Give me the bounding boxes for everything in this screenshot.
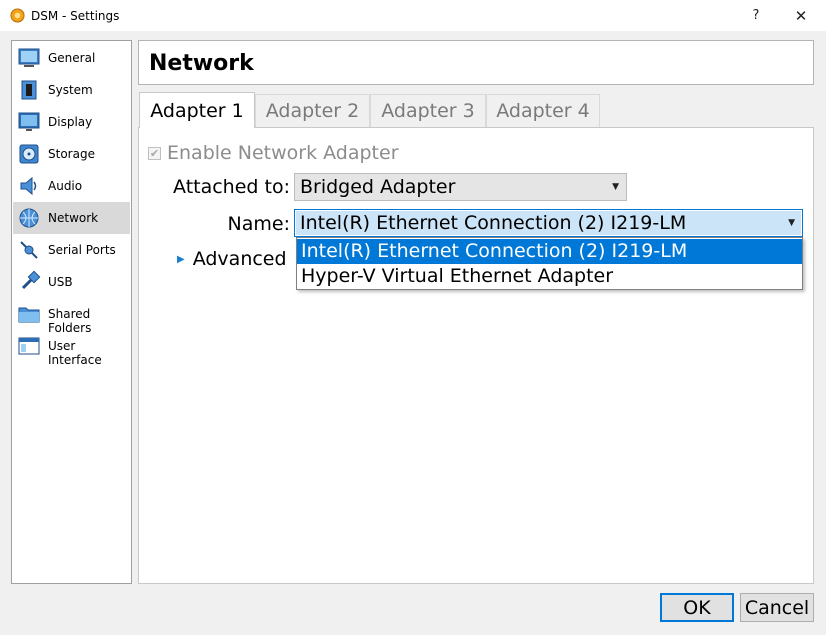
tab-adapter-1[interactable]: Adapter 1 bbox=[139, 92, 255, 128]
user-interface-icon bbox=[18, 337, 40, 355]
display-icon bbox=[18, 112, 40, 131]
attached-to-label: Attached to: bbox=[173, 176, 290, 198]
sidebar-item-label: User Interface bbox=[48, 339, 102, 367]
sidebar-item-label: USB bbox=[48, 275, 73, 289]
tab-adapter-4[interactable]: Adapter 4 bbox=[486, 94, 600, 127]
shared-folders-icon bbox=[18, 307, 40, 323]
sidebar-item-label: System bbox=[48, 83, 93, 97]
sidebar-item-shared-folders[interactable]: Shared Folders bbox=[13, 298, 130, 335]
usb-icon bbox=[21, 270, 41, 290]
sidebar-item-system[interactable]: System bbox=[13, 74, 130, 106]
expand-arrow-icon: ▶ bbox=[177, 253, 185, 265]
enable-adapter-label: Enable Network Adapter bbox=[167, 142, 399, 164]
sidebar-item-label: Storage bbox=[48, 147, 95, 161]
settings-window: General System Display Storage Audio Net… bbox=[0, 32, 826, 635]
audio-icon bbox=[20, 176, 37, 196]
sidebar-item-display[interactable]: Display bbox=[13, 106, 130, 138]
cancel-button[interactable]: Cancel bbox=[740, 593, 814, 622]
name-select-value: Intel(R) Ethernet Connection (2) I219-LM bbox=[300, 212, 687, 234]
help-button[interactable]: ? bbox=[745, 5, 767, 27]
general-icon bbox=[18, 48, 40, 67]
sidebar-item-label: Audio bbox=[48, 179, 83, 193]
name-select[interactable]: Intel(R) Ethernet Connection (2) I219-LM… bbox=[294, 209, 803, 237]
sidebar-item-user-interface[interactable]: User Interface bbox=[13, 330, 130, 367]
network-icon bbox=[19, 208, 39, 228]
attached-to-select[interactable]: Bridged Adapter ▼ bbox=[294, 173, 627, 201]
storage-icon bbox=[19, 144, 39, 164]
sidebar-item-label: Serial Ports bbox=[48, 243, 116, 257]
enable-adapter-checkbox[interactable]: ✔ bbox=[148, 146, 161, 160]
sidebar: General System Display Storage Audio Net… bbox=[11, 40, 132, 584]
chevron-down-icon: ▼ bbox=[612, 182, 619, 192]
serial-ports-icon bbox=[20, 241, 38, 259]
attached-to-value: Bridged Adapter bbox=[300, 176, 456, 198]
dropdown-option[interactable]: Intel(R) Ethernet Connection (2) I219-LM bbox=[297, 239, 802, 264]
name-dropdown-list: Intel(R) Ethernet Connection (2) I219-LM… bbox=[296, 237, 803, 290]
dropdown-option[interactable]: Hyper-V Virtual Ethernet Adapter bbox=[297, 264, 802, 289]
sidebar-item-network[interactable]: Network bbox=[13, 202, 130, 234]
sidebar-item-storage[interactable]: Storage bbox=[13, 138, 130, 170]
chevron-down-icon: ▼ bbox=[788, 218, 795, 228]
sidebar-item-label: Display bbox=[48, 115, 93, 129]
title-bar: DSM - Settings ? ✕ bbox=[0, 0, 826, 32]
page-title: Network bbox=[149, 51, 254, 76]
enable-adapter-row: ✔ Enable Network Adapter bbox=[148, 142, 399, 164]
tab-adapter-3[interactable]: Adapter 3 bbox=[370, 94, 486, 127]
advanced-toggle[interactable]: ▶ Advanced bbox=[177, 248, 287, 270]
name-label: Name: bbox=[227, 213, 290, 235]
advanced-label: Advanced bbox=[192, 248, 287, 270]
sidebar-item-usb[interactable]: USB bbox=[13, 266, 130, 298]
sidebar-item-label: Network bbox=[48, 211, 99, 225]
app-icon bbox=[10, 8, 25, 23]
sidebar-item-audio[interactable]: Audio bbox=[13, 170, 130, 202]
page-header: Network bbox=[138, 40, 814, 85]
sidebar-item-serial-ports[interactable]: Serial Ports bbox=[13, 234, 130, 266]
sidebar-item-general[interactable]: General bbox=[13, 42, 130, 74]
system-icon bbox=[21, 80, 37, 100]
window-title: DSM - Settings bbox=[31, 9, 120, 23]
close-button[interactable]: ✕ bbox=[788, 5, 814, 27]
sidebar-item-label: General bbox=[48, 51, 96, 65]
tab-adapter-2[interactable]: Adapter 2 bbox=[255, 94, 370, 127]
ok-button[interactable]: OK bbox=[660, 593, 734, 622]
